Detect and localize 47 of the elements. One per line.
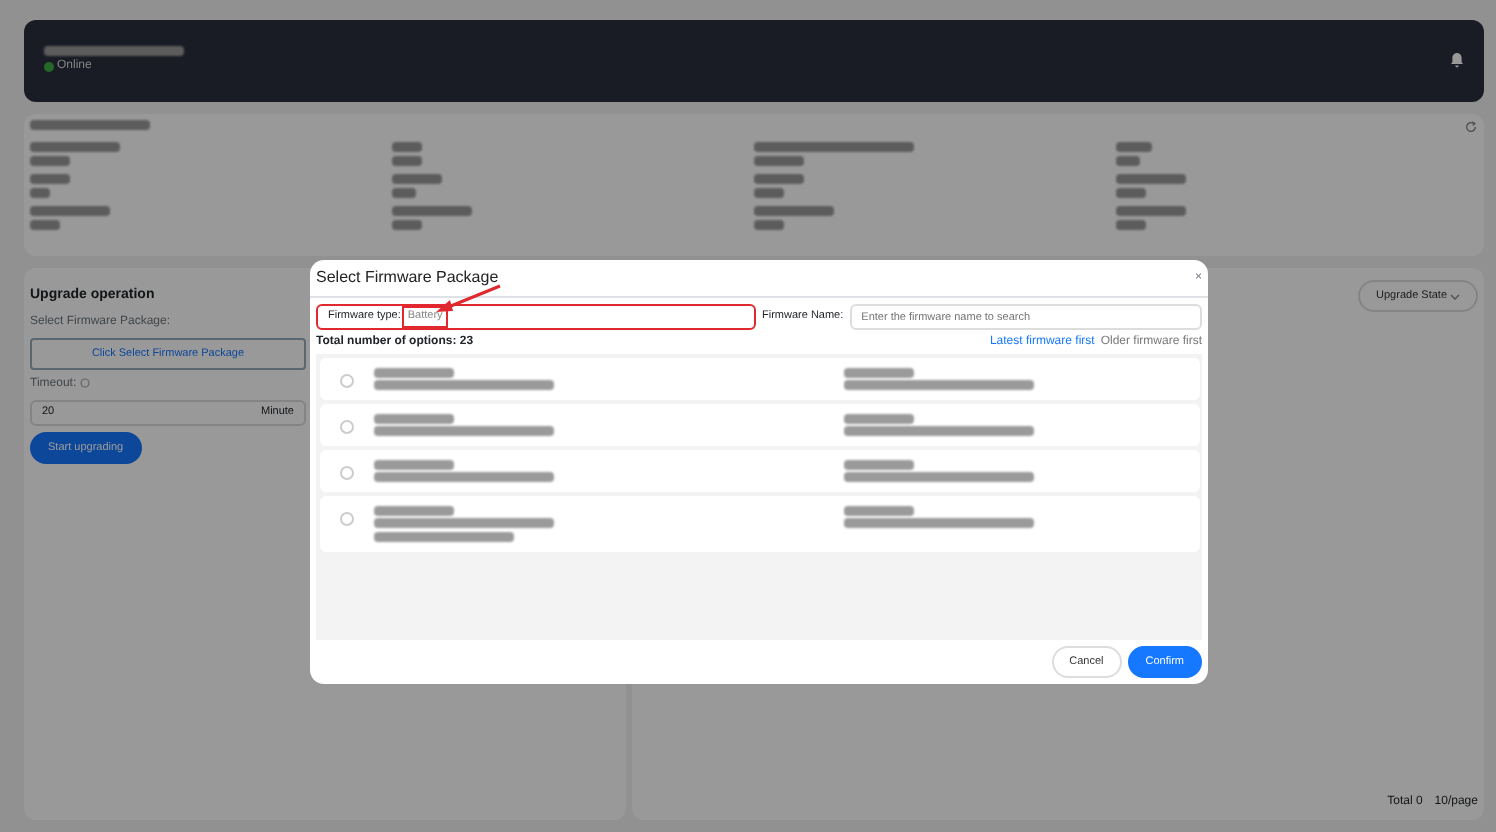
blurred-text — [373, 367, 453, 377]
blurred-text — [373, 413, 453, 423]
blurred-text — [373, 505, 453, 515]
blurred-text — [392, 205, 472, 216]
blurred-text — [843, 367, 913, 377]
blurred-text — [373, 531, 513, 541]
annotation-arrow — [434, 284, 502, 314]
blurred-text — [754, 155, 804, 166]
blurred-text — [30, 155, 70, 166]
blurred-text — [754, 173, 804, 184]
blurred-text — [1116, 141, 1152, 152]
blurred-text — [392, 187, 416, 198]
option-row[interactable] — [319, 403, 1199, 446]
blurred-text — [392, 141, 422, 152]
blurred-text — [30, 219, 60, 230]
blurred-text — [373, 459, 453, 469]
blurred-text — [754, 205, 834, 216]
blurred-text — [1116, 187, 1146, 198]
blurred-text — [1116, 205, 1186, 216]
radio-button[interactable] — [339, 419, 353, 433]
blurred-text — [754, 187, 784, 198]
blurred-text — [843, 505, 913, 515]
modal-title: Select Firmware Package — [316, 266, 499, 290]
blurred-text — [754, 219, 784, 230]
blurred-text — [30, 120, 150, 130]
blurred-text — [1116, 173, 1186, 184]
blurred-text — [44, 45, 184, 56]
option-row[interactable] — [319, 495, 1199, 551]
blurred-text — [30, 173, 70, 184]
blurred-text — [392, 219, 422, 230]
option-row[interactable] — [319, 357, 1199, 400]
blurred-text — [1116, 155, 1140, 166]
radio-button[interactable] — [339, 373, 353, 387]
blurred-text — [843, 413, 913, 423]
blurred-text — [392, 155, 422, 166]
option-row[interactable] — [319, 449, 1199, 492]
blurred-text — [843, 459, 913, 469]
help-icon — [79, 375, 90, 394]
blurred-text — [392, 173, 442, 184]
bell-icon[interactable] — [1450, 51, 1464, 71]
blurred-text — [30, 187, 50, 198]
chevron-down-icon — [1450, 293, 1460, 300]
radio-button[interactable] — [339, 465, 353, 479]
blurred-text — [1116, 219, 1146, 230]
blurred-text — [30, 141, 120, 152]
blurred-text — [30, 205, 110, 216]
radio-button[interactable] — [339, 511, 353, 525]
